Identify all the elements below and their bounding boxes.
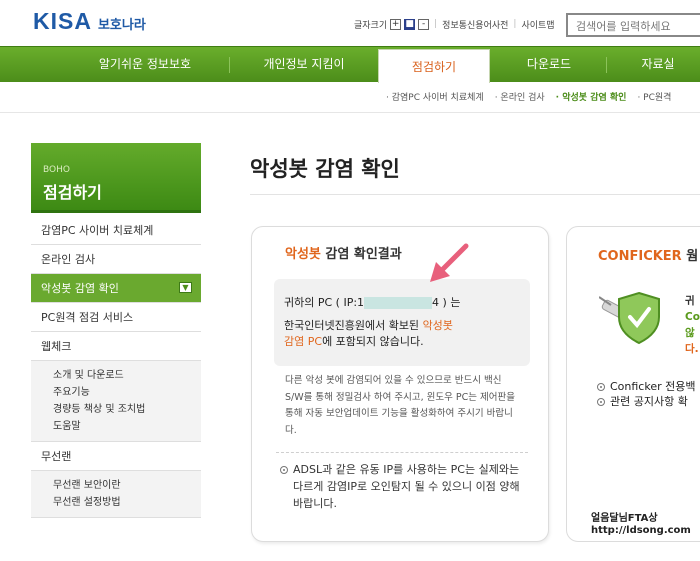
search-input[interactable]: 검색어를 입력하세요 (566, 13, 700, 37)
divider: | (434, 19, 438, 29)
list-item[interactable]: Conficker 전용백 (597, 379, 695, 394)
bullet-icon (597, 398, 605, 406)
arrow-annotation-icon (430, 243, 469, 282)
note: ADSL과 같은 유동 IP를 사용하는 PC는 실제와는 다르게 감염IP로 … (280, 461, 530, 512)
side-line: 않 (685, 327, 695, 339)
subnav-item-remote[interactable]: · PC원격 (637, 90, 671, 103)
sidebar-subitem[interactable]: 무선랜 보안이란 (53, 477, 201, 494)
sidebar-item-online-scan[interactable]: 온라인 검사 (31, 245, 201, 274)
list-item-text: Conficker 전용백 (610, 380, 696, 393)
kisa-logo[interactable]: KISA 보호나라 (33, 8, 146, 36)
watermark-line: 얼음달님FTA상 (591, 513, 658, 524)
result-highlight: 악성봇 (422, 319, 453, 332)
result-ip-suffix: 4 ) 는 (432, 296, 461, 309)
subnav-item-treatment[interactable]: · 감염PC 사이버 치료체계 (386, 90, 484, 103)
nav-item-security-basics[interactable]: 알기쉬운 정보보호 (60, 47, 230, 83)
side-line: 다. (685, 343, 699, 355)
bullet-icon (280, 466, 288, 474)
conficker-title-rest: 웜 (681, 249, 699, 264)
note-text: ADSL과 같은 유동 IP를 사용하는 PC는 실제와는 다르게 감염IP로 … (293, 463, 520, 510)
main-nav: 알기쉬운 정보보호 개인정보 지킴이 점검하기 다운로드 자료실 (0, 46, 700, 83)
sub-nav: · 감염PC 사이버 치료체계 · 온라인 검사 · 악성봇 감염 확인 · P… (386, 88, 682, 104)
logo-subtitle: 보호나라 (97, 18, 146, 33)
side-line: Co (685, 311, 700, 323)
sidebar-item-webcheck[interactable]: 웹체크 (31, 332, 201, 361)
result-line-ip: 귀하의 PC ( IP:1 4 ) 는 (284, 294, 460, 310)
list-item[interactable]: 관련 공지사항 확 (597, 394, 695, 409)
font-decrease-button[interactable]: - (418, 18, 430, 30)
header: KISA 보호나라 글자크기 + ■ - | 정보통신용어사전 | 사이트맵 검… (0, 0, 700, 46)
sidebar-subitem[interactable]: 무선랜 설정방법 (53, 494, 201, 511)
sidebar-header-title: 점검하기 (43, 183, 102, 202)
logo-text: KISA (33, 8, 92, 34)
page-title: 악성봇 감염 확인 (250, 157, 400, 181)
nav-divider (606, 57, 607, 73)
side-line: 귀 (685, 295, 695, 307)
sidebar-menu: 감염PC 사이버 치료체계 온라인 검사 악성봇 감염 확인 ▼ PC원격 점검… (31, 216, 201, 518)
watermark: 얼음달님FTA상 http://ldsong.com (591, 513, 691, 537)
sidebar-item-label: 악성봇 감염 확인 (41, 282, 119, 295)
font-increase-button[interactable]: + (390, 18, 402, 30)
sidebar-header: BOHO 점검하기 (31, 143, 201, 213)
conficker-card: CONFICKER 웜 귀 Co 않 다. Conficker 전용백 관련 공… (566, 226, 700, 542)
sidebar-item-wireless[interactable]: 무선랜 (31, 442, 201, 471)
conficker-list: Conficker 전용백 관련 공지사항 확 (597, 379, 695, 409)
sidebar-subitem[interactable]: 주요기능 (53, 384, 201, 401)
result-card: 악성봇 감염 확인결과 귀하의 PC ( IP:1 4 ) 는 한국인터넷진흥원에… (251, 226, 549, 542)
conficker-side-text: 귀 Co 않 다. (685, 293, 700, 357)
result-text: 에 포함되지 않습니다. (322, 335, 424, 348)
divider (250, 194, 700, 195)
list-item-text: 관련 공지사항 확 (610, 395, 688, 408)
sidebar-item-bot-check[interactable]: 악성봇 감염 확인 ▼ (31, 274, 201, 303)
conficker-title: CONFICKER 웜 (598, 245, 698, 264)
divider (276, 452, 528, 453)
sitemap-link[interactable]: 사이트맵 (521, 18, 554, 31)
vaccine-shield-icon (599, 291, 660, 345)
sidebar-subitem[interactable]: 도움말 (53, 418, 201, 435)
result-line-3: 감염 PC에 포함되지 않습니다. (284, 333, 424, 349)
nav-item-archive[interactable]: 자료실 (608, 47, 700, 83)
card-title-highlight: 악성봇 (285, 247, 321, 262)
nav-item-privacy[interactable]: 개인정보 지킴이 (230, 47, 378, 83)
card-title-rest: 감염 확인결과 (320, 247, 402, 262)
dictionary-link[interactable]: 정보통신용어사전 (442, 18, 508, 31)
divider (0, 112, 700, 113)
watermark-url: http://ldsong.com (591, 525, 691, 536)
conficker-title-highlight: CONFICKER (598, 249, 682, 264)
result-highlight: 감염 PC (284, 335, 323, 348)
utility-bar: 글자크기 + ■ - | 정보통신용어사전 | 사이트맵 (354, 17, 555, 31)
sidebar-subitem[interactable]: 소개 및 다운로드 (53, 367, 201, 384)
description-text: 다른 악성 봇에 감염되어 있을 수 있으므로 반드시 백신 S/W를 통해 정… (285, 375, 515, 436)
subnav-item-online-scan[interactable]: · 온라인 검사 (495, 90, 545, 103)
sidebar-submenu-wireless: 무선랜 보안이란 무선랜 설정방법 (31, 471, 201, 518)
result-ip-prefix: 귀하의 PC ( IP:1 (284, 296, 365, 309)
sidebar-submenu-webcheck: 소개 및 다운로드 주요기능 경량등 책상 및 조치법 도움말 (31, 361, 201, 442)
chevron-down-icon: ▼ (179, 282, 192, 293)
sidebar-subitem[interactable]: 경량등 책상 및 조치법 (53, 401, 201, 418)
subnav-item-bot-check[interactable]: · 악성봇 감염 확인 (556, 90, 627, 103)
sidebar-header-small: BOHO (43, 165, 70, 175)
result-line-2: 한국인터넷진흥원에서 확보된 악성봇 (284, 317, 453, 333)
font-size-label: 글자크기 (354, 20, 388, 31)
nav-item-download[interactable]: 다운로드 (494, 47, 604, 83)
divider: | (513, 19, 517, 29)
card-title: 악성봇 감염 확인결과 (285, 243, 402, 262)
bullet-icon (597, 383, 605, 391)
result-text: 한국인터넷진흥원에서 확보된 (284, 319, 423, 332)
result-box: 귀하의 PC ( IP:1 4 ) 는 한국인터넷진흥원에서 확보된 악성봇 감염… (274, 279, 530, 366)
sidebar-item-remote[interactable]: PC원격 점검 서비스 (31, 303, 201, 332)
ip-mask (364, 297, 433, 309)
font-default-button[interactable]: ■ (404, 18, 416, 30)
sidebar-item-treatment[interactable]: 감염PC 사이버 치료체계 (31, 216, 201, 245)
nav-item-check[interactable]: 점검하기 (378, 49, 490, 83)
